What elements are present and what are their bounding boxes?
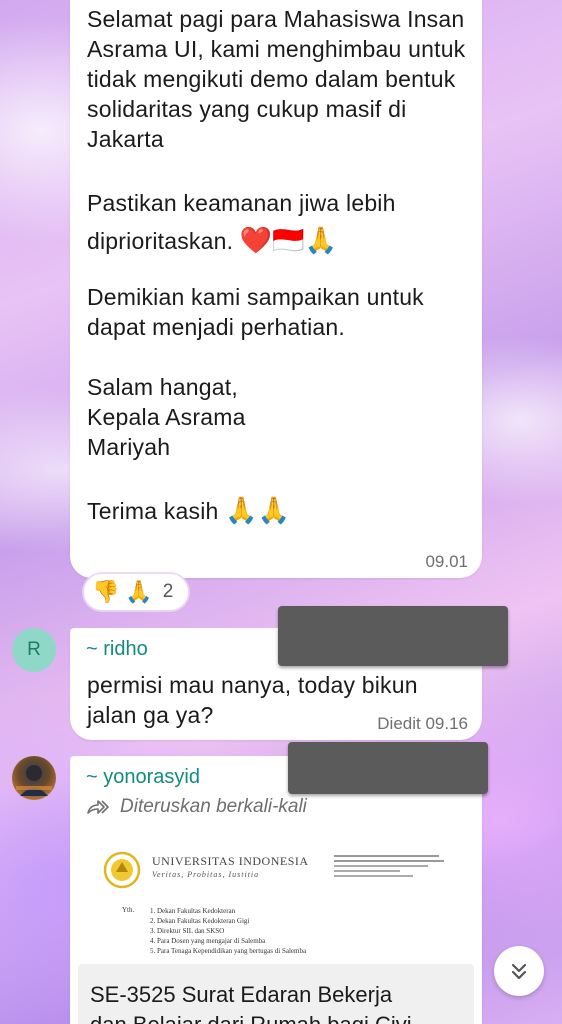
forward-arrows-icon bbox=[87, 800, 109, 814]
message-paragraph-2: Pastikan keamanan jiwa lebih diprioritas… bbox=[87, 190, 396, 256]
document-university-name: UNIVERSITAS INDONESIA bbox=[152, 854, 309, 868]
recipient-line: 1. Dekan Fakultas Kedokteran bbox=[150, 907, 236, 915]
document-preview[interactable]: UNIVERSITAS INDONESIA Veritas, Probitas,… bbox=[78, 836, 474, 966]
message-bubble-1[interactable]: Selamat pagi para Mahasiswa Insan Asrama… bbox=[70, 0, 482, 578]
recipient-line: 4. Para Dosen yang mengajar di Salemba bbox=[150, 937, 266, 945]
message-timestamp: Diedit 09.16 bbox=[377, 714, 468, 733]
message-closing: Terima kasih 🙏🙏 bbox=[87, 496, 291, 526]
message-text: Selamat pagi para Mahasiswa Insan Asrama… bbox=[87, 4, 467, 530]
message-greeting: Salam hangat, bbox=[87, 374, 238, 400]
reaction-emojis: 👎🙏 bbox=[92, 579, 159, 605]
document-caption: SE-3525 Surat Edaran Bekerja dan Belajar… bbox=[90, 982, 412, 1024]
avatar-letter: R bbox=[27, 639, 41, 660]
message-paragraph-1: Selamat pagi para Mahasiswa Insan Asrama… bbox=[87, 6, 466, 152]
redacted-phone-number bbox=[288, 742, 488, 794]
sender-name[interactable]: ~ yonorasyid bbox=[86, 766, 200, 789]
document-address-block bbox=[334, 852, 444, 880]
avatar-yonorasyid[interactable] bbox=[12, 756, 56, 800]
redacted-phone-number bbox=[278, 606, 508, 666]
heart-flag-pray-emoji: ❤️🇮🇩🙏 bbox=[239, 226, 338, 256]
recipient-line: 3. Direktur SIL dan SKSO bbox=[150, 927, 225, 935]
message-timestamp: 09.01 bbox=[425, 552, 468, 571]
document-caption-box[interactable]: SE-3525 Surat Edaran Bekerja dan Belajar… bbox=[78, 964, 474, 1024]
message-signature-title: Kepala Asrama bbox=[87, 404, 246, 430]
recipient-line: 5. Para Tenaga Kependidikan yang bertuga… bbox=[150, 947, 307, 955]
forwarded-indicator: Diteruskan berkali-kali bbox=[86, 796, 307, 818]
university-logo-icon bbox=[103, 851, 141, 889]
reactions-pill[interactable]: 👎🙏 2 bbox=[84, 574, 188, 610]
scroll-to-bottom-button[interactable] bbox=[494, 946, 544, 996]
document-recipients-label: Yth. bbox=[122, 906, 135, 914]
recipient-line: 2. Dekan Fakultas Kedokteran Gigi bbox=[150, 917, 250, 925]
document-recipients-list: 1. Dekan Fakultas Kedokteran 2. Dekan Fa… bbox=[150, 906, 306, 956]
profile-photo-icon bbox=[16, 765, 52, 796]
forwarded-label: Diteruskan berkali-kali bbox=[120, 796, 307, 817]
avatar-ridho[interactable]: R bbox=[12, 628, 56, 672]
message-bubble-3[interactable]: ~ yonorasyid Diteruskan berkali-kali UNI… bbox=[70, 756, 482, 1024]
sender-name[interactable]: ~ ridho bbox=[86, 638, 148, 661]
reaction-count: 2 bbox=[162, 581, 174, 602]
pray-emoji: 🙏🙏 bbox=[225, 496, 291, 526]
double-chevron-down-icon bbox=[511, 963, 527, 980]
message-paragraph-3: Demikian kami sampaikan untuk dapat menj… bbox=[87, 284, 424, 340]
message-signature-name: Mariyah bbox=[87, 434, 171, 460]
document-motto: Veritas, Probitas, Iustitia bbox=[152, 870, 260, 879]
